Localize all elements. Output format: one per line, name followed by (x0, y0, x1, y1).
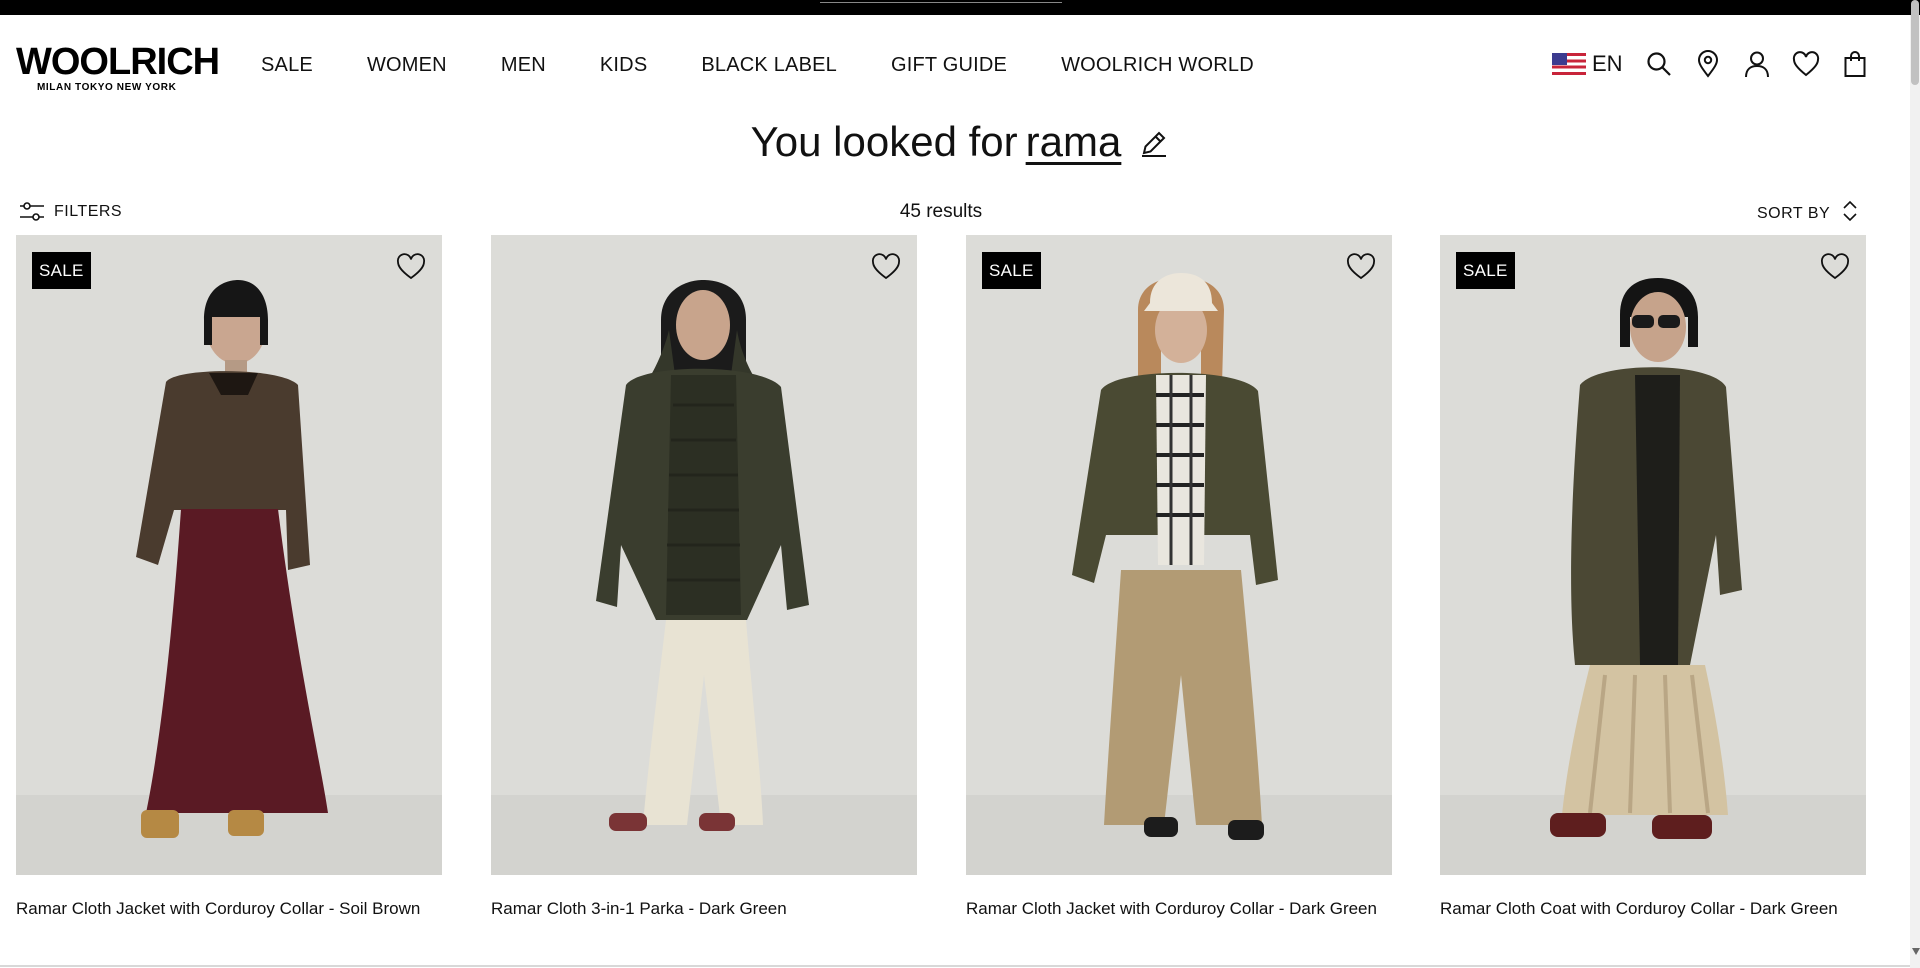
product-name[interactable]: Ramar Cloth Jacket with Corduroy Collar … (966, 899, 1377, 919)
product-name[interactable]: Ramar Cloth 3-in-1 Parka - Dark Green (491, 899, 787, 919)
sale-badge: SALE (982, 252, 1041, 289)
search-prefix: You looked for (750, 118, 1018, 165)
us-flag-icon[interactable] (1552, 53, 1586, 75)
nav-item-black-label[interactable]: BLACK LABEL (701, 54, 837, 77)
scroll-down-arrow-icon[interactable] (1912, 948, 1920, 955)
main-nav: SALE WOMEN MEN KIDS BLACK LABEL GIFT GUI… (261, 54, 1308, 77)
sale-badge: SALE (32, 252, 91, 289)
nav-item-sale[interactable]: SALE (261, 54, 313, 77)
store-locator-icon[interactable] (1694, 50, 1722, 78)
account-icon[interactable] (1743, 50, 1771, 78)
sort-arrows-icon (1842, 200, 1858, 227)
product-name[interactable]: Ramar Cloth Coat with Corduroy Collar - … (1440, 899, 1838, 919)
wishlist-heart-icon[interactable] (871, 253, 901, 281)
nav-item-gift-guide[interactable]: GIFT GUIDE (891, 54, 1007, 77)
scrollbar-thumb[interactable] (1911, 0, 1919, 85)
product-card[interactable]: SALE Ramar Cloth Jacket with Corduroy Co… (966, 235, 1392, 918)
sort-button[interactable]: SORT BY (1757, 200, 1858, 227)
search-query[interactable]: rama (1026, 118, 1122, 165)
product-name[interactable]: Ramar Cloth Jacket with Corduroy Collar … (16, 899, 420, 919)
promo-bar (0, 0, 1920, 15)
product-photo[interactable]: SALE (966, 235, 1392, 875)
nav-item-women[interactable]: WOMEN (367, 54, 447, 77)
wishlist-heart-icon[interactable] (1346, 253, 1376, 281)
promo-link[interactable] (820, 0, 1062, 3)
brand-logo[interactable]: WOOLRICH MILAN TOKYO NEW YORK (16, 41, 220, 93)
page-divider (0, 965, 1910, 967)
sale-badge: SALE (1456, 252, 1515, 289)
scrollbar-track[interactable] (1910, 15, 1920, 968)
search-icon[interactable] (1645, 50, 1673, 78)
nav-item-woolrich-world[interactable]: WOOLRICH WORLD (1061, 54, 1254, 77)
product-card[interactable]: SALE Ramar Cloth Coat with Corduroy Coll… (1440, 235, 1866, 918)
language-selector[interactable]: EN (1592, 51, 1623, 77)
results-toolbar: FILTERS 45 results SORT BY (0, 198, 1920, 228)
product-photo[interactable]: SALE (1440, 235, 1866, 875)
brand-name: WOOLRICH (16, 41, 220, 83)
nav-item-kids[interactable]: KIDS (600, 54, 647, 77)
site-header: WOOLRICH MILAN TOKYO NEW YORK SALE WOMEN… (0, 15, 1920, 115)
search-heading: You looked for rama (0, 118, 1920, 166)
sort-label: SORT BY (1757, 204, 1831, 222)
brand-cities: MILAN TOKYO NEW YORK (37, 82, 177, 93)
product-card[interactable]: SALE Ramar Cloth Jacket with Corduroy Co… (16, 235, 442, 918)
header-utilities: EN (1552, 48, 1890, 80)
product-photo[interactable] (491, 235, 917, 875)
nav-item-men[interactable]: MEN (501, 54, 546, 77)
wishlist-icon[interactable] (1792, 50, 1820, 78)
product-card[interactable]: Ramar Cloth 3-in-1 Parka - Dark Green (491, 235, 917, 918)
wishlist-heart-icon[interactable] (1820, 253, 1850, 281)
results-count: 45 results (899, 201, 983, 222)
pencil-icon[interactable] (1139, 128, 1169, 158)
product-photo[interactable]: SALE (16, 235, 442, 875)
bag-icon[interactable] (1841, 50, 1869, 78)
wishlist-heart-icon[interactable] (396, 253, 426, 281)
